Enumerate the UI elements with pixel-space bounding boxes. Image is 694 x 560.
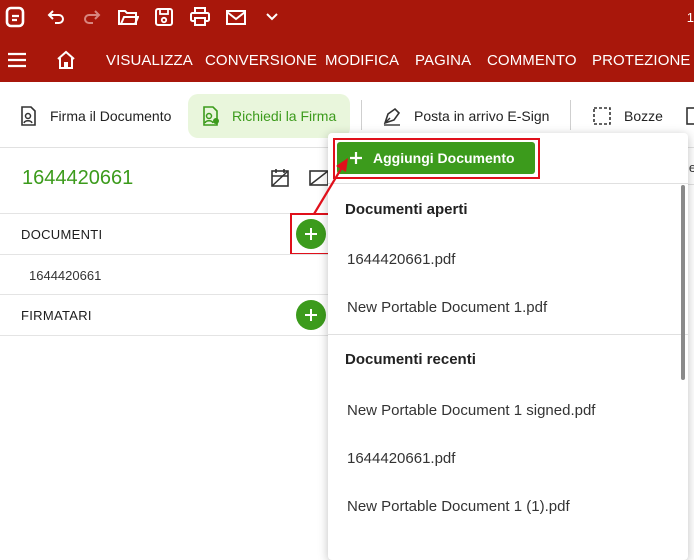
add-signer-plus-button[interactable]: [296, 300, 326, 330]
page-number: 1: [686, 10, 694, 25]
document-item-label: 1644420661: [29, 268, 102, 283]
document-title: 1644420661: [22, 167, 134, 189]
calendar-icon[interactable]: [269, 167, 291, 194]
sign-document-button[interactable]: Firma il Documento: [16, 94, 171, 138]
drafts-button[interactable]: Bozze: [590, 94, 663, 138]
menu-modifica[interactable]: MODIFICA: [325, 52, 399, 69]
recent-document-item[interactable]: New Portable Document 1 signed.pdf: [347, 402, 595, 419]
mail-icon[interactable]: [224, 5, 248, 29]
request-signature-label: Richiedi la Firma: [232, 108, 337, 124]
esign-inbox-button[interactable]: Posta in arrivo E-Sign: [380, 94, 549, 138]
title-bar: 1: [0, 0, 694, 36]
sign-document-label: Firma il Documento: [50, 108, 172, 124]
open-document-item[interactable]: 1644420661.pdf: [347, 251, 455, 268]
redo-icon[interactable]: [80, 5, 104, 29]
drafts-label: Bozze: [624, 108, 663, 124]
annotation-arrow: [313, 158, 348, 215]
highlight-box: [333, 138, 540, 179]
dropdown-scrollbar[interactable]: [681, 185, 685, 380]
app-logo-icon[interactable]: [4, 5, 28, 29]
esign-inbox-label: Posta in arrivo E-Sign: [414, 108, 550, 124]
pen-icon: [380, 104, 404, 128]
toolbar-separator: [361, 100, 362, 130]
home-icon[interactable]: [55, 49, 77, 76]
menu-protezione[interactable]: PROTEZIONE: [592, 52, 691, 69]
menu-commento[interactable]: COMMENTO: [487, 52, 577, 69]
undo-icon[interactable]: [44, 5, 68, 29]
open-document-item[interactable]: New Portable Document 1.pdf: [347, 299, 547, 316]
add-document-dropdown: Aggiungi Documento Documenti aperti 1644…: [328, 133, 688, 560]
open-documents-header: Documenti aperti: [345, 201, 468, 218]
recent-documents-header: Documenti recenti: [345, 351, 476, 368]
toolbar-separator: [570, 100, 571, 130]
document-icon[interactable]: [686, 106, 694, 131]
drafts-icon: [590, 104, 614, 128]
document-sign-icon: [16, 104, 40, 128]
print-icon[interactable]: [188, 5, 212, 29]
left-panel: 1644420661 DOCUMENTI 1644420661 FIRMATAR…: [0, 149, 332, 560]
divider: [328, 334, 688, 335]
documents-section: DOCUMENTI: [0, 213, 330, 254]
request-signature-button[interactable]: Richiedi la Firma: [188, 94, 350, 138]
menu-pagina[interactable]: PAGINA: [415, 52, 471, 69]
chevron-down-icon[interactable]: [260, 5, 284, 29]
hamburger-menu-icon[interactable]: [7, 51, 27, 74]
documents-label: DOCUMENTI: [21, 227, 103, 242]
menu-visualizza[interactable]: VISUALIZZA: [106, 52, 193, 69]
save-icon[interactable]: [152, 5, 176, 29]
document-list-item[interactable]: 1644420661: [0, 254, 330, 294]
divider: [0, 335, 330, 336]
request-signature-icon: [198, 104, 222, 128]
menu-bar: VISUALIZZA CONVERSIONE MODIFICA PAGINA C…: [0, 36, 694, 82]
menu-conversione[interactable]: CONVERSIONE: [205, 52, 317, 69]
divider: [328, 183, 688, 184]
recent-document-item[interactable]: 1644420661.pdf: [347, 450, 455, 467]
open-folder-icon[interactable]: [116, 5, 140, 29]
signers-label: FIRMATARI: [21, 308, 92, 323]
recent-document-item[interactable]: New Portable Document 1 (1).pdf: [347, 498, 570, 515]
signers-section: FIRMATARI: [0, 294, 330, 335]
